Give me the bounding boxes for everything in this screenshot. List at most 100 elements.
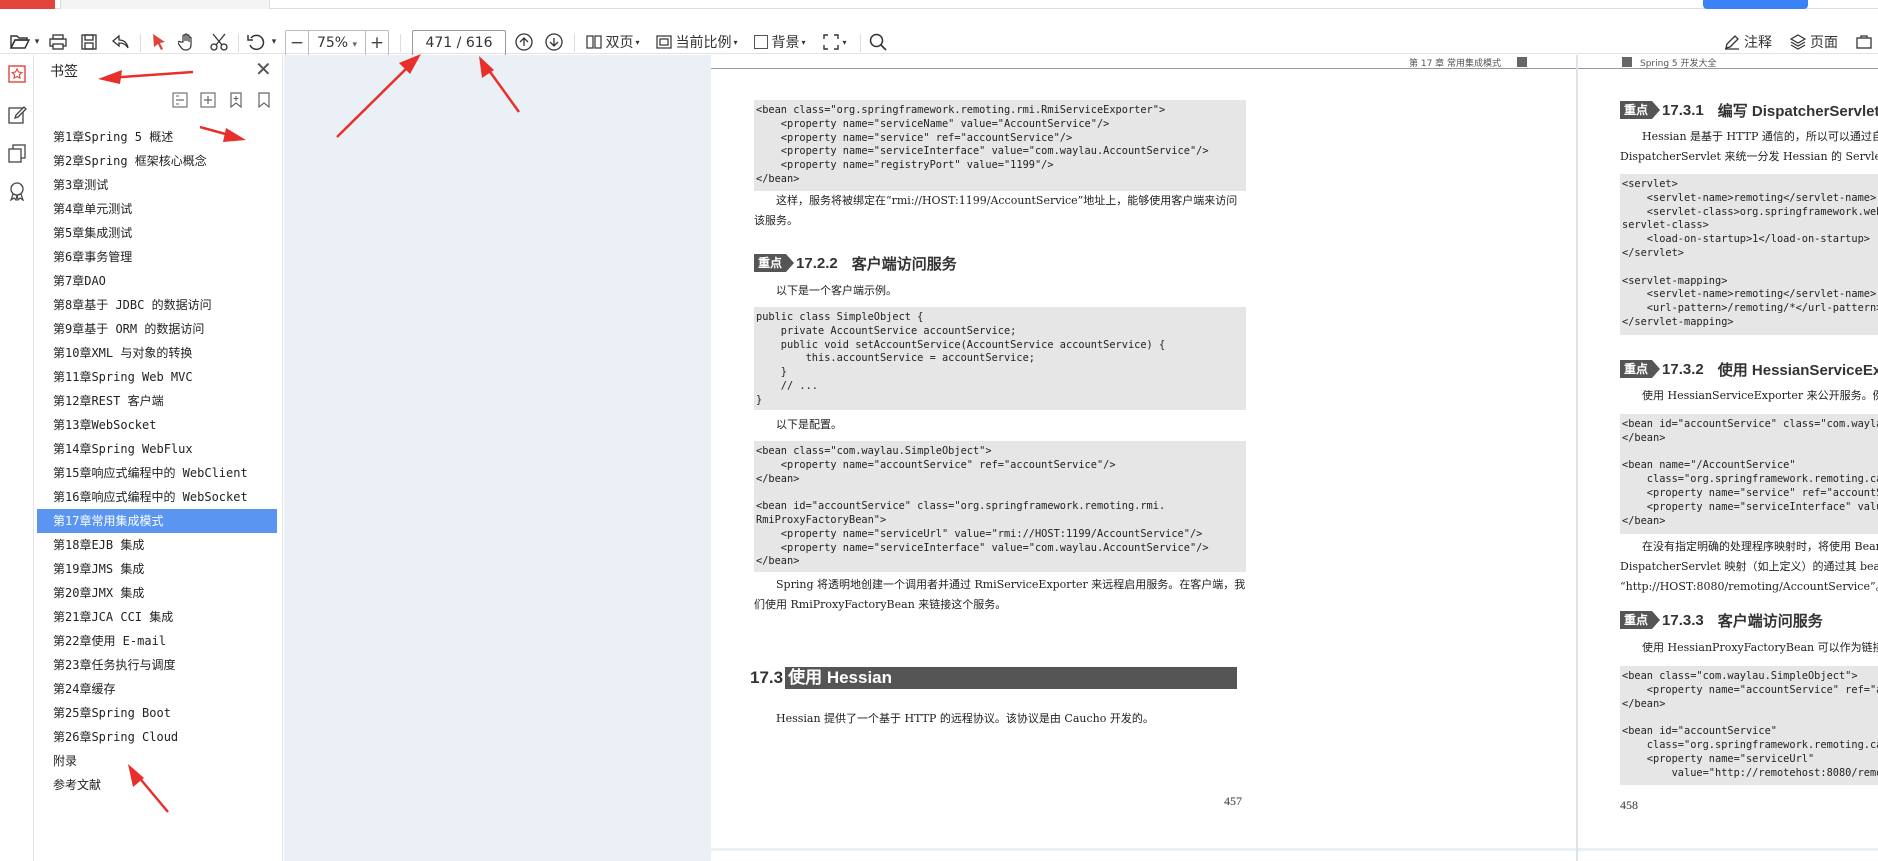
double-page-icon bbox=[586, 35, 603, 49]
annotation-panel-icon[interactable] bbox=[7, 105, 27, 125]
zoom-level[interactable]: 75% ▾ bbox=[308, 31, 366, 55]
bookmark-item[interactable]: 第13章WebSocket bbox=[35, 413, 283, 437]
bookmark-item[interactable]: 第12章REST 客户端 bbox=[35, 389, 283, 413]
bookmark-item[interactable]: 第1章Spring 5 概述 bbox=[35, 125, 283, 149]
key-point-tag: 重点 bbox=[1620, 360, 1661, 378]
tab-document[interactable] bbox=[60, 0, 270, 9]
cut-icon[interactable] bbox=[207, 30, 231, 54]
paragraph: 这样，服务将被绑定在“rmi://HOST:1199/AccountServic… bbox=[754, 194, 1238, 227]
page-label: 页面 bbox=[1810, 35, 1838, 51]
rotate-icon[interactable] bbox=[245, 30, 267, 54]
zoom-out-button[interactable]: − bbox=[286, 31, 308, 55]
paragraph: 以下是配置。 bbox=[776, 418, 842, 431]
bookmark-item[interactable]: 第9章基于 ORM 的数据访问 bbox=[35, 317, 283, 341]
key-point-tag: 重点 bbox=[1620, 611, 1661, 629]
thumbnail-panel-icon[interactable] bbox=[7, 143, 27, 163]
bookmark-item[interactable]: 第17章常用集成模式 bbox=[37, 509, 277, 533]
key-point-tag: 重点 bbox=[1620, 101, 1661, 119]
page-number-input[interactable]: 471 / 616 bbox=[412, 30, 506, 56]
bookmark-item[interactable]: 第2章Spring 框架核心概念 bbox=[35, 149, 283, 173]
bookmark-item[interactable]: 第20章JMX 集成 bbox=[35, 581, 283, 605]
zoom-control: − 75% ▾ + bbox=[285, 30, 389, 56]
paragraph: 使用 HessianServiceExporter 来公开服务。例如： bbox=[1642, 389, 1878, 402]
select-cursor-icon[interactable] bbox=[147, 30, 171, 54]
section-title: 客户端访问服务 bbox=[1717, 612, 1823, 630]
section-title: 使用 Hessian bbox=[785, 667, 1238, 689]
double-page-button[interactable]: 双页 ▾ bbox=[584, 30, 642, 54]
section-title: 使用 HessianServiceExporter 暴露 bean bbox=[1717, 361, 1878, 379]
zoom-level-text: 75% bbox=[316, 35, 349, 51]
left-panel-rail bbox=[0, 55, 34, 861]
fullscreen-button[interactable]: ▾ bbox=[818, 30, 852, 54]
sidebar-title: 书签 bbox=[50, 64, 78, 80]
bookmark-item[interactable]: 第4章单元测试 bbox=[35, 197, 283, 221]
bookmark-item[interactable]: 第3章测试 bbox=[35, 173, 283, 197]
open-folder-icon[interactable] bbox=[6, 30, 34, 54]
close-icon[interactable]: ✕ bbox=[255, 59, 272, 79]
bookmark-item[interactable]: 第6章事务管理 bbox=[35, 245, 283, 269]
bookmark-item[interactable]: 第11章Spring Web MVC bbox=[35, 365, 283, 389]
fullscreen-icon bbox=[823, 34, 840, 50]
section-number: 17.3 bbox=[750, 668, 784, 687]
bookmark-item[interactable]: 第19章JMS 集成 bbox=[35, 557, 283, 581]
bookmark-item[interactable]: 第18章EJB 集成 bbox=[35, 533, 283, 557]
section-title: 客户端访问服务 bbox=[851, 255, 957, 273]
bookmark-item[interactable]: 第5章集成测试 bbox=[35, 221, 283, 245]
document-viewer[interactable]: 第 17 章 常用集成模式 <bean class="org.springfra… bbox=[284, 55, 1878, 861]
page-button[interactable]: 页面 bbox=[1786, 30, 1842, 54]
print-icon[interactable] bbox=[46, 30, 70, 54]
bookmark-item[interactable]: 第16章响应式编程中的 WebSocket bbox=[35, 485, 283, 509]
tab-home[interactable] bbox=[0, 0, 55, 9]
account-button[interactable] bbox=[1703, 0, 1808, 9]
search-icon[interactable] bbox=[866, 30, 890, 54]
bookmark-item[interactable]: 第10章XML 与对象的转换 bbox=[35, 341, 283, 365]
paragraph: 在没有指定明确的处理程序映射时，将使用 BeanNameUrlHandlerMa… bbox=[1620, 540, 1878, 593]
toolbox-icon[interactable] bbox=[1852, 30, 1876, 54]
bookmark-item[interactable]: 第24章缓存 bbox=[35, 677, 283, 701]
double-page-label: 双页 bbox=[605, 35, 634, 51]
collapse-all-icon[interactable] bbox=[171, 91, 189, 111]
annotate-button[interactable]: 注释 bbox=[1722, 30, 1774, 54]
bookmark-item[interactable]: 第7章DAO bbox=[35, 269, 283, 293]
section-number: 17.3.2 bbox=[1662, 360, 1704, 378]
bookmark-item[interactable]: 第8章基于 JDBC 的数据访问 bbox=[35, 293, 283, 317]
save-icon[interactable] bbox=[77, 30, 101, 54]
hand-tool-icon[interactable] bbox=[175, 30, 199, 54]
code-block: public class SimpleObject { private Acco… bbox=[754, 307, 1246, 410]
next-page-icon[interactable] bbox=[542, 30, 566, 54]
page-number: 458 bbox=[1620, 798, 1638, 812]
bookmark-panel-icon[interactable] bbox=[7, 64, 27, 84]
add-bookmark-icon[interactable] bbox=[227, 91, 245, 111]
bookmark-item[interactable]: 第26章Spring Cloud bbox=[35, 725, 283, 749]
rotate-dropdown-icon[interactable]: ▾ bbox=[269, 30, 279, 54]
ratio-icon bbox=[656, 35, 673, 49]
bookmark-item[interactable]: 第23章任务执行与调度 bbox=[35, 653, 283, 677]
bookmark-item[interactable]: 参考文献 bbox=[35, 773, 283, 797]
bookmark-item[interactable]: 第15章响应式编程中的 WebClient bbox=[35, 461, 283, 485]
actual-ratio-button[interactable]: 当前比例 ▾ bbox=[652, 30, 742, 54]
zoom-in-button[interactable]: + bbox=[366, 31, 388, 55]
share-icon[interactable] bbox=[108, 30, 132, 54]
section-heading: 重点 17.3.1 编写 DispatcherServlet bbox=[1620, 100, 1878, 120]
paragraph: 使用 HessianProxyFactoryBean 可以作为链接到服务的客户端… bbox=[1642, 641, 1878, 654]
page-header: Spring 5 开发大全 bbox=[1578, 55, 1878, 69]
background-button[interactable]: 背景 ▾ bbox=[750, 30, 810, 54]
open-dropdown-icon[interactable]: ▾ bbox=[32, 30, 42, 54]
section-number: 17.2.2 bbox=[796, 254, 838, 272]
previous-page-icon[interactable] bbox=[512, 30, 536, 54]
bookmark-item[interactable]: 第21章JCA CCI 集成 bbox=[35, 605, 283, 629]
code-block: <bean class="com.waylau.SimpleObject"> <… bbox=[754, 441, 1246, 572]
expand-all-icon[interactable] bbox=[199, 91, 217, 111]
bookmark-item[interactable]: 第25章Spring Boot bbox=[35, 701, 283, 725]
paragraph: Hessian 提供了一个基于 HTTP 的远程协议。该协议是由 Caucho … bbox=[776, 712, 1154, 725]
actual-ratio-label: 当前比例 bbox=[675, 35, 732, 51]
code-block: <bean class="org.springframework.remotin… bbox=[754, 100, 1246, 191]
bookmark-icon[interactable] bbox=[255, 91, 273, 111]
bookmark-item[interactable]: 第22章使用 E-mail bbox=[35, 629, 283, 653]
page-header: 第 17 章 常用集成模式 bbox=[711, 55, 1576, 69]
medal-panel-icon[interactable] bbox=[7, 181, 27, 202]
bookmark-item[interactable]: 附录 bbox=[35, 749, 283, 773]
bookmark-item[interactable]: 第14章Spring WebFlux bbox=[35, 437, 283, 461]
paragraph: 以下是一个客户端示例。 bbox=[776, 284, 897, 297]
pen-icon bbox=[1725, 35, 1739, 50]
